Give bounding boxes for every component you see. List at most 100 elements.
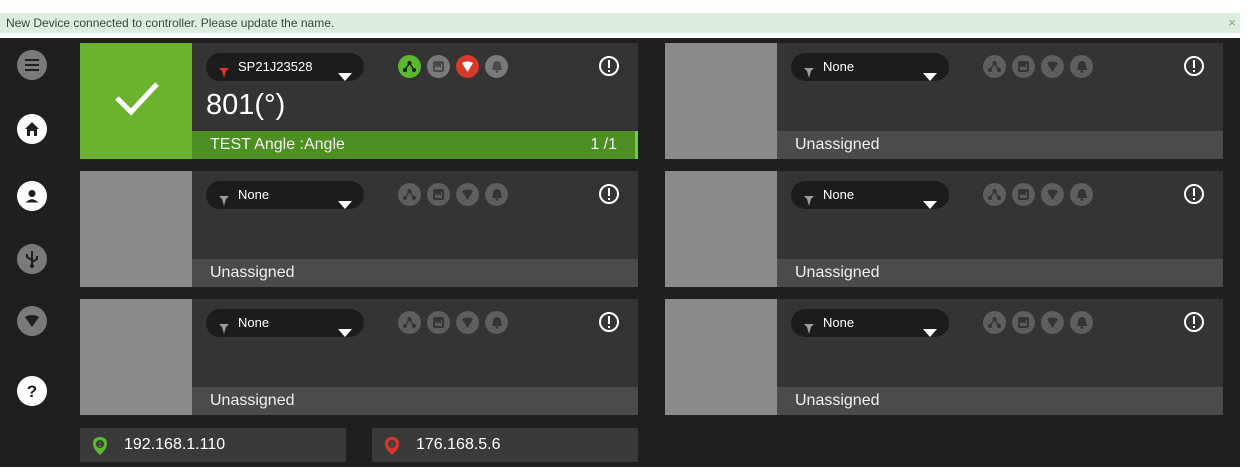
location-pin-icon: 1 [90,435,110,455]
shield-icon[interactable] [456,311,479,334]
sensor-icon [218,317,230,345]
shield-icon[interactable] [456,183,479,206]
assignment-label: Unassigned [795,136,880,153]
sensor-icon [803,189,815,217]
assignment-label: Unassigned [210,392,295,409]
checkmark-icon [113,78,161,123]
chevron-down-icon [923,63,937,91]
assignment-label: Unassigned [795,392,880,409]
shield-icon[interactable] [1041,55,1064,78]
shield-icon[interactable] [1041,311,1064,334]
location-pin-icon: 2 [382,435,402,455]
device-name: None [823,187,855,202]
device-select[interactable]: None [206,309,364,337]
bell-icon[interactable] [485,55,508,78]
menu-button[interactable] [17,50,47,80]
home-button[interactable] [17,114,47,144]
device-name: None [823,59,855,74]
bell-icon[interactable] [1070,311,1093,334]
network-icon[interactable] [398,311,421,334]
factory-icon[interactable] [427,183,450,206]
close-icon[interactable]: × [1228,13,1236,33]
user-icon [23,187,41,205]
device-select[interactable]: None [206,181,364,209]
sensor-icon [803,317,815,345]
factory-icon[interactable] [427,311,450,334]
menu-icon [24,58,40,72]
chevron-down-icon [338,191,352,219]
help-icon: ? [24,382,40,400]
assignment-label: Unassigned [795,264,880,281]
ip-address-2[interactable]: 2 176.168.5.6 [372,428,638,462]
status-indicator [80,43,192,159]
assignment-label: TEST Angle :Angle [210,136,345,153]
ip-index: 1 [98,442,102,449]
info-icon[interactable] [1183,311,1205,333]
panel-footer: Unassigned [777,259,1223,287]
info-icon[interactable] [598,311,620,333]
status-indicator [665,171,777,287]
shield-button[interactable] [17,306,47,336]
measurement-value: 801(°) [206,89,286,121]
status-indicator [665,43,777,159]
info-icon[interactable] [1183,183,1205,205]
sidebar: ? [0,38,66,467]
chevron-down-icon [923,319,937,347]
panel-footer: TEST Angle :Angle 1 /1 [192,131,638,159]
device-panel-6[interactable]: None Unassigned [665,299,1223,415]
device-panel-5[interactable]: None Unassigned [80,299,638,415]
bell-icon[interactable] [485,311,508,334]
usb-icon [24,250,40,268]
app-area: ? SP21J23528 801(°) TEST Angle :Angle 1 … [0,38,1240,467]
ip-index: 2 [390,442,394,449]
panel-footer: Unassigned [777,131,1223,159]
shield-icon [24,313,40,329]
status-indicator [80,299,192,415]
usb-button[interactable] [17,244,47,274]
device-panel-1[interactable]: SP21J23528 801(°) TEST Angle :Angle 1 /1 [80,43,638,159]
device-select[interactable]: None [791,309,949,337]
info-icon[interactable] [598,183,620,205]
info-icon[interactable] [1183,55,1205,77]
sensor-icon [218,61,230,89]
ip-text: 176.168.5.6 [416,436,501,453]
network-icon[interactable] [398,183,421,206]
info-icon[interactable] [598,55,620,77]
ip-text: 192.168.1.110 [124,436,226,453]
count-label: 1 /1 [590,136,617,153]
device-name: None [238,315,270,330]
notification-bar: New Device connected to controller. Plea… [0,13,1240,33]
network-icon[interactable] [983,183,1006,206]
device-panel-2[interactable]: None Unassigned [665,43,1223,159]
sensor-icon [218,189,230,217]
scrollbar[interactable] [1240,0,1257,467]
ip-address-1[interactable]: 1 192.168.1.110 [80,428,346,462]
status-indicator [80,171,192,287]
device-select[interactable]: SP21J23528 [206,53,364,81]
device-name: None [238,187,270,202]
factory-icon[interactable] [1012,55,1035,78]
svg-text:?: ? [27,382,37,400]
device-panel-4[interactable]: None Unassigned [665,171,1223,287]
device-select[interactable]: None [791,181,949,209]
user-button[interactable] [17,181,47,211]
network-icon[interactable] [398,55,421,78]
help-button[interactable]: ? [17,376,47,406]
network-icon[interactable] [983,311,1006,334]
network-icon[interactable] [983,55,1006,78]
assignment-label: Unassigned [210,264,295,281]
chevron-down-icon [923,191,937,219]
bell-icon[interactable] [1070,183,1093,206]
factory-icon[interactable] [1012,311,1035,334]
bell-icon[interactable] [1070,55,1093,78]
bell-icon[interactable] [485,183,508,206]
notification-banner: New Device connected to controller. Plea… [0,0,1240,38]
device-panel-3[interactable]: None Unassigned [80,171,638,287]
device-name: SP21J23528 [238,59,313,74]
shield-icon[interactable] [456,55,479,78]
shield-icon[interactable] [1041,183,1064,206]
device-select[interactable]: None [791,53,949,81]
factory-icon[interactable] [427,55,450,78]
factory-icon[interactable] [1012,183,1035,206]
status-indicator [665,299,777,415]
